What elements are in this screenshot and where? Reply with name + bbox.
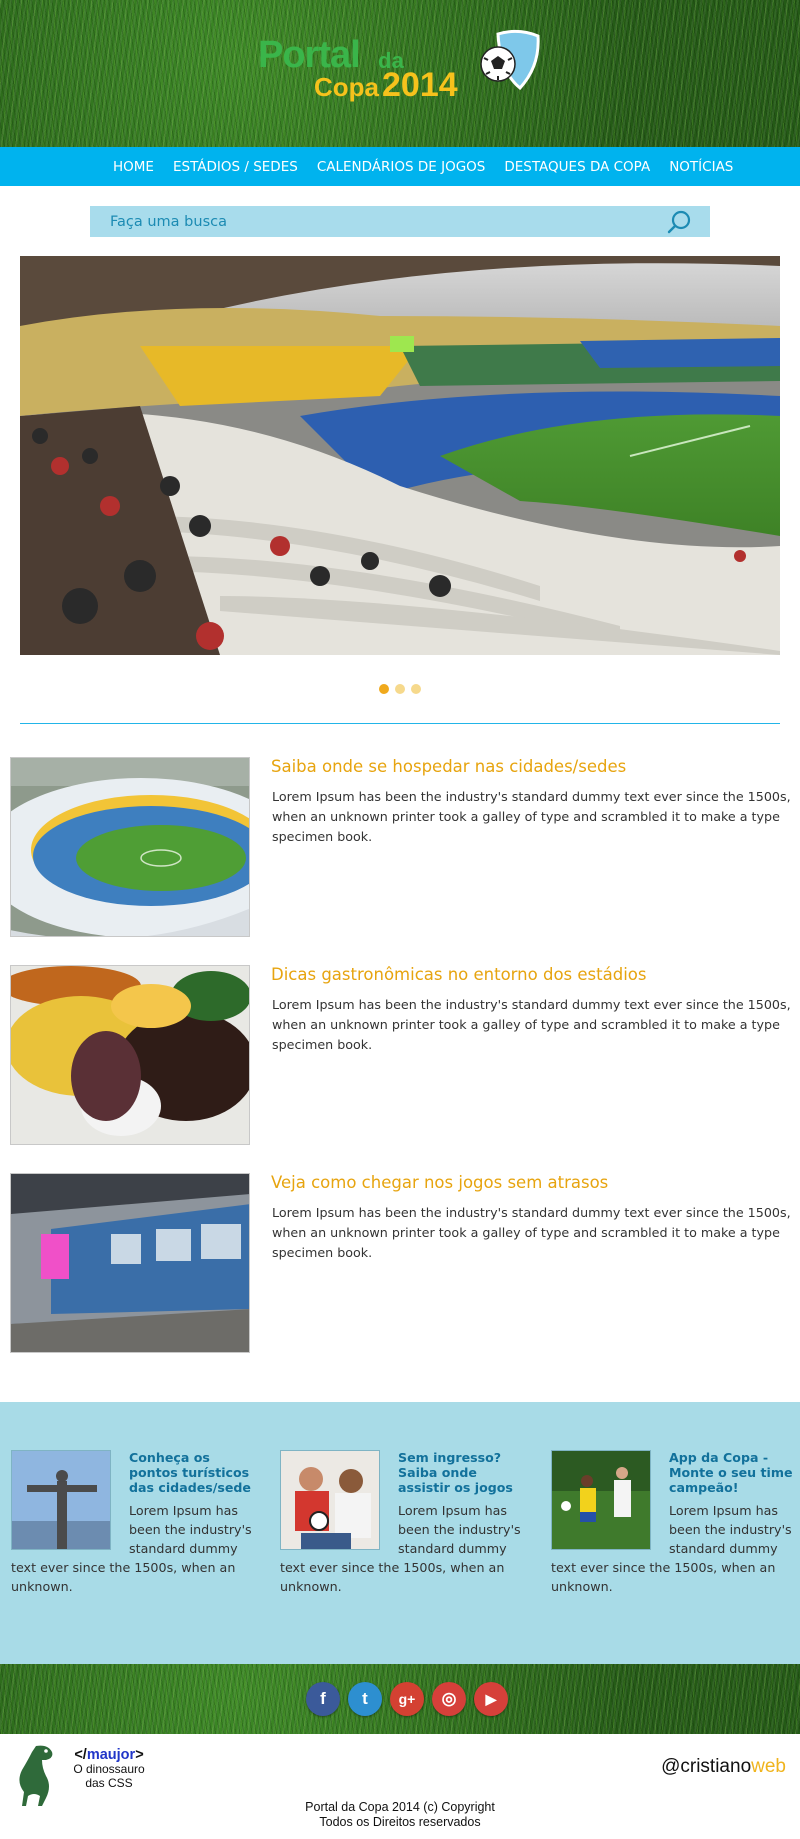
facebook-icon[interactable]: f	[306, 1682, 340, 1716]
article-thumbnail-stadium[interactable]	[10, 757, 250, 937]
copyright-text: Portal da Copa 2014 (c) Copyright Todos …	[0, 1800, 800, 1830]
article-title[interactable]: Veja como chegar nos jogos sem atrasos	[271, 1173, 608, 1192]
food-plate-image	[11, 966, 249, 1144]
promo-card: Sem ingresso? Saiba onde assistir os jog…	[280, 1450, 530, 1596]
twitter-icon[interactable]: t	[348, 1682, 382, 1716]
soccer-ball-shield-icon	[480, 29, 540, 91]
nav-item-noticias[interactable]: NOTÍCIAS	[669, 159, 733, 175]
slider-dot-1[interactable]	[379, 684, 389, 694]
slider-dot-2[interactable]	[395, 684, 405, 694]
maujor-line-1: O dinossauro	[73, 1762, 145, 1776]
portal-logo[interactable]: Portal da Copa 2014	[258, 28, 548, 108]
logo-copa-text: Copa	[314, 72, 379, 102]
slider-dots	[379, 684, 427, 694]
fans-watching-image[interactable]	[280, 1450, 380, 1550]
article-text: Lorem Ipsum has been the industry's stan…	[272, 789, 791, 844]
article-item: Veja como chegar nos jogos sem atrasos L…	[10, 1173, 791, 1355]
nav-item-destaques[interactable]: DESTAQUES DA COPA	[504, 159, 650, 175]
maujor-line-2: das CSS	[85, 1776, 133, 1790]
promo-card: Conheça os pontos turísticos das cidades…	[11, 1450, 261, 1596]
christ-redeemer-image[interactable]	[11, 1450, 111, 1550]
stadium-hero-image	[20, 256, 780, 655]
dinosaur-icon	[19, 1745, 53, 1806]
copyright-line-2: Todos os Direitos reservados	[319, 1815, 481, 1829]
slider-dot-3[interactable]	[411, 684, 421, 694]
footer: </maujor> O dinossauro das CSS @cristian…	[0, 1734, 800, 1839]
article-thumbnail-food[interactable]	[10, 965, 250, 1145]
article-item: Saiba onde se hospedar nas cidades/sedes…	[10, 757, 791, 939]
article-text: Lorem Ipsum has been the industry's stan…	[272, 1205, 791, 1260]
search-input[interactable]	[90, 206, 660, 237]
promo-section: Conheça os pontos turísticos das cidades…	[0, 1402, 800, 1664]
social-bar: f t g+ ◎ ▶	[0, 1664, 800, 1734]
soccer-players-image[interactable]	[551, 1450, 651, 1550]
search-bar	[90, 206, 710, 237]
nav-item-estadios[interactable]: ESTÁDIOS / SEDES	[173, 159, 298, 175]
nav-item-calendarios[interactable]: CALENDÁRIOS DE JOGOS	[317, 159, 486, 175]
nav-item-home[interactable]: HOME	[113, 159, 154, 175]
stadium-illustration	[20, 256, 780, 655]
cristiano-web-credit[interactable]: @cristianoweb	[661, 1756, 786, 1778]
article-item: Dicas gastronômicas no entorno dos estád…	[10, 965, 791, 1147]
header: Portal da Copa 2014	[0, 0, 800, 147]
article-thumbnail-train[interactable]	[10, 1173, 250, 1353]
promo-card: App da Copa - Monte o seu time campeão! …	[551, 1450, 800, 1596]
maujor-brand: </maujor>	[74, 1747, 144, 1763]
logo-portal-text: Portal	[258, 34, 361, 76]
youtube-icon[interactable]: ▶	[474, 1682, 508, 1716]
instagram-icon[interactable]: ◎	[432, 1682, 466, 1716]
copyright-line-1: Portal da Copa 2014 (c) Copyright	[305, 1800, 495, 1814]
search-icon[interactable]	[666, 209, 692, 235]
google-plus-icon[interactable]: g+	[390, 1682, 424, 1716]
logo-year-text: 2014	[382, 66, 458, 104]
article-text: Lorem Ipsum has been the industry's stan…	[272, 997, 791, 1052]
article-title[interactable]: Saiba onde se hospedar nas cidades/sedes	[271, 757, 626, 776]
main-nav: HOME ESTÁDIOS / SEDES CALENDÁRIOS DE JOG…	[0, 147, 800, 186]
maujor-text: </maujor> O dinossauro das CSS	[64, 1748, 154, 1790]
article-title[interactable]: Dicas gastronômicas no entorno dos estád…	[271, 965, 646, 984]
social-icons: f t g+ ◎ ▶	[306, 1682, 516, 1716]
stadium-aerial-image	[11, 758, 249, 936]
train-station-image	[11, 1174, 249, 1352]
section-divider	[20, 723, 780, 724]
